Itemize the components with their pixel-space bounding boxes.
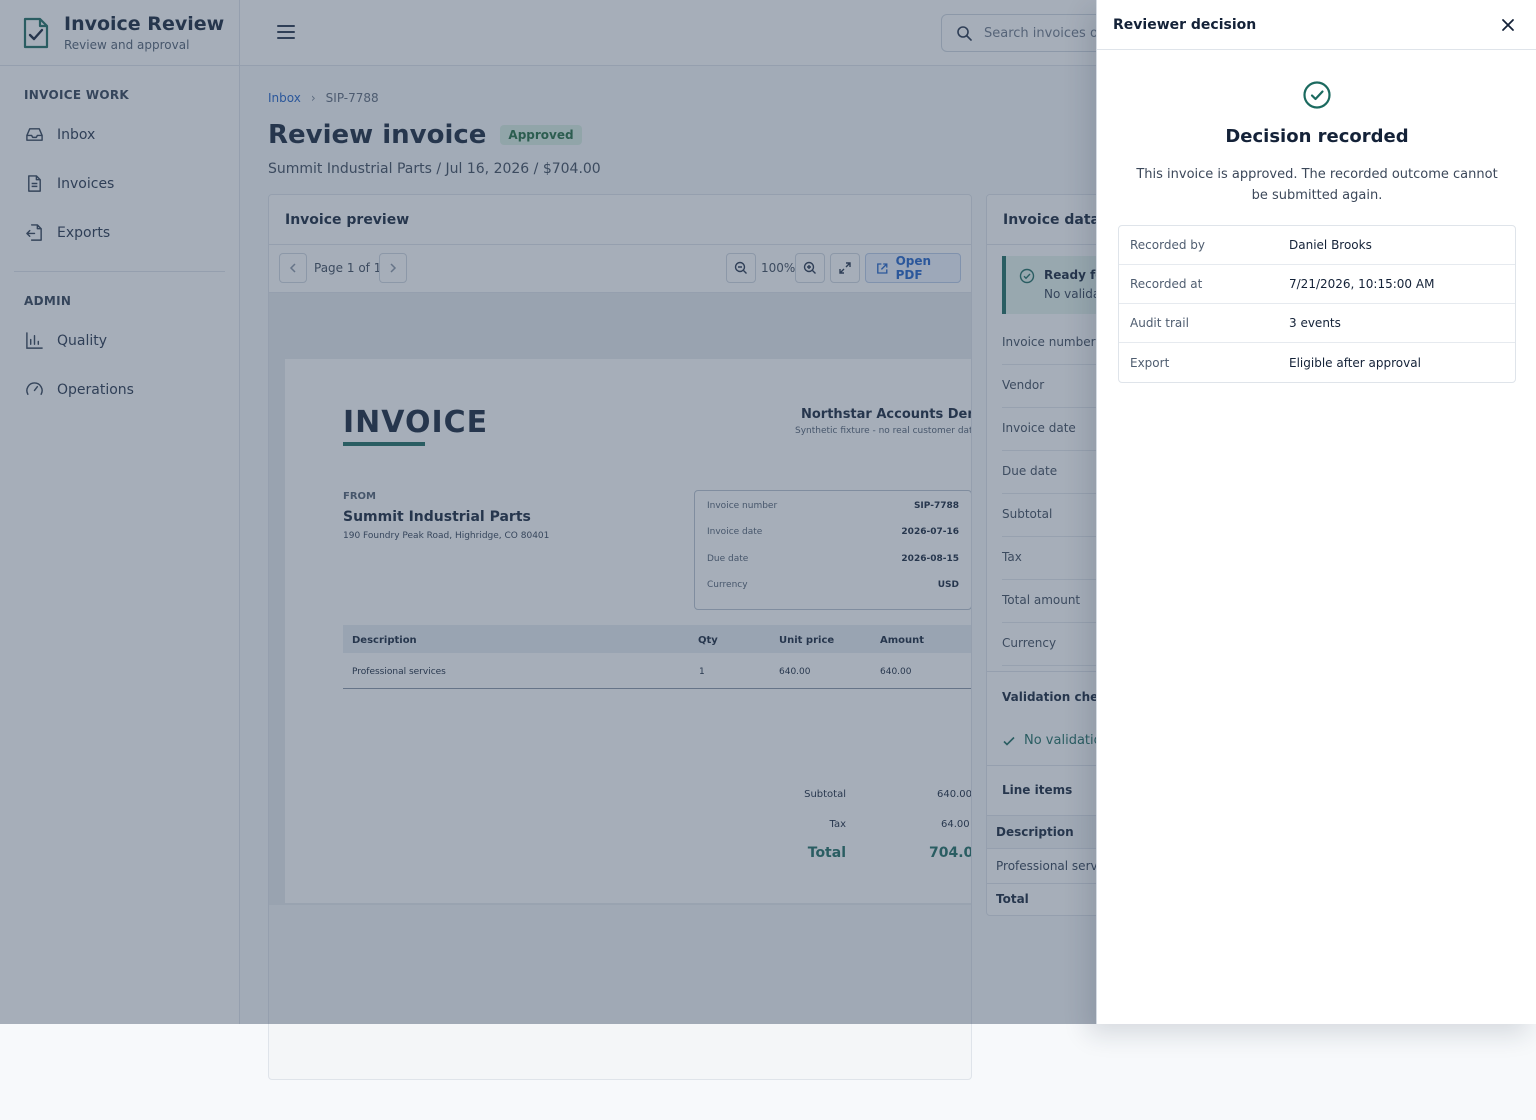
drawer-title: Reviewer decision [1113, 16, 1257, 33]
decision-details-table: Recorded by Daniel Brooks Recorded at 7/… [1118, 225, 1516, 383]
table-row: Export Eligible after approval [1119, 343, 1515, 382]
table-row: Recorded at 7/21/2026, 10:15:00 AM [1119, 265, 1515, 304]
drawer-header: Reviewer decision [1097, 0, 1536, 50]
table-row: Audit trail 3 events [1119, 304, 1515, 343]
app-root: Invoice Review Review and approval INVOI… [0, 0, 1536, 1120]
detail-key: Recorded by [1130, 238, 1205, 252]
detail-value: Eligible after approval [1289, 355, 1421, 370]
detail-key: Export [1130, 355, 1170, 370]
decision-heading: Decision recorded [1225, 126, 1409, 147]
detail-value: 7/21/2026, 10:15:00 AM [1289, 277, 1435, 291]
detail-key: Audit trail [1130, 316, 1189, 330]
table-row: Recorded by Daniel Brooks [1119, 226, 1515, 265]
detail-value: 3 events [1289, 316, 1341, 330]
detail-key: Recorded at [1130, 277, 1203, 291]
reviewer-decision-drawer: Reviewer decision Decision recorded This… [1096, 0, 1536, 1024]
check-circle-icon [1303, 81, 1331, 109]
decision-message: This invoice is approved. The recorded o… [1136, 167, 1498, 203]
detail-value: Daniel Brooks [1289, 238, 1372, 252]
close-icon[interactable] [1500, 17, 1516, 33]
